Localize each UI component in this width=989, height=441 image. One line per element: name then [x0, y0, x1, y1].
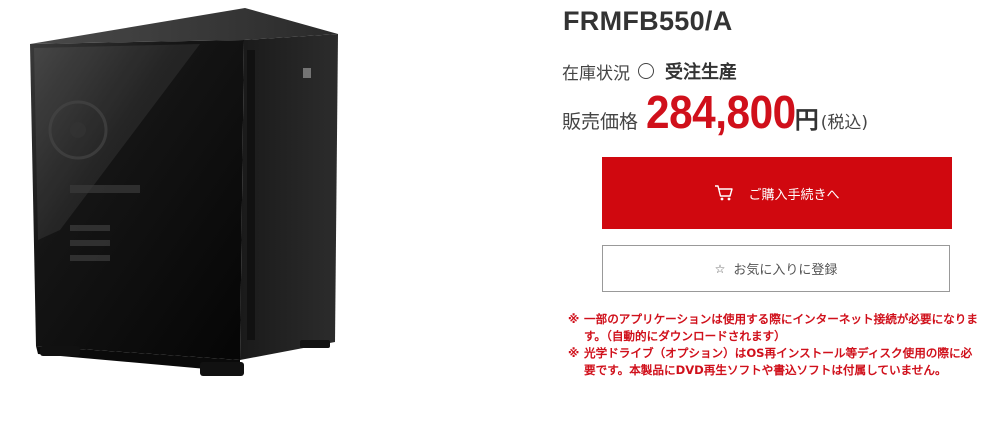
product-model-title: FRMFB550/A	[563, 6, 733, 36]
add-favorite-button[interactable]: ☆ お気に入りに登録	[602, 245, 950, 292]
note-item: ※ 光学ドライブ（オプション）はOS再インストール等ディスク使用の際に必要です。…	[568, 345, 978, 379]
cart-icon	[714, 184, 734, 202]
stock-label: 在庫状況	[562, 63, 630, 84]
add-favorite-label: お気に入りに登録	[733, 262, 838, 277]
star-icon: ☆	[714, 261, 726, 276]
price-row: 販売価格 284,800 円 (税込)	[562, 85, 869, 138]
purchase-button-label: ご購入手続きへ	[748, 186, 840, 202]
stock-value: 受注生産	[665, 62, 737, 83]
price-value: 284,800	[646, 86, 796, 138]
purchase-button[interactable]: ご購入手続きへ	[602, 157, 952, 229]
stock-status: 在庫状況 受注生産	[562, 58, 737, 84]
price-label: 販売価格	[562, 111, 639, 133]
product-image	[0, 0, 430, 437]
price-tax-note: (税込)	[820, 113, 869, 133]
price-unit: 円	[794, 106, 819, 134]
note-mark: ※	[568, 312, 580, 326]
note-text: 光学ドライブ（オプション）はOS再インストール等ディスク使用の際に必要です。本製…	[584, 346, 973, 377]
product-info: FRMFB550/A 在庫状況 受注生産 販売価格 284,800 円 (税込)…	[560, 0, 989, 437]
notes: ※ 一部のアプリケーションは使用する際にインターネット接続が必要になります。（自…	[568, 311, 978, 379]
note-item: ※ 一部のアプリケーションは使用する際にインターネット接続が必要になります。（自…	[568, 311, 978, 345]
note-mark: ※	[568, 346, 580, 360]
note-text: 一部のアプリケーションは使用する際にインターネット接続が必要になります。（自動的…	[584, 312, 978, 343]
stock-circle-icon	[638, 63, 654, 79]
